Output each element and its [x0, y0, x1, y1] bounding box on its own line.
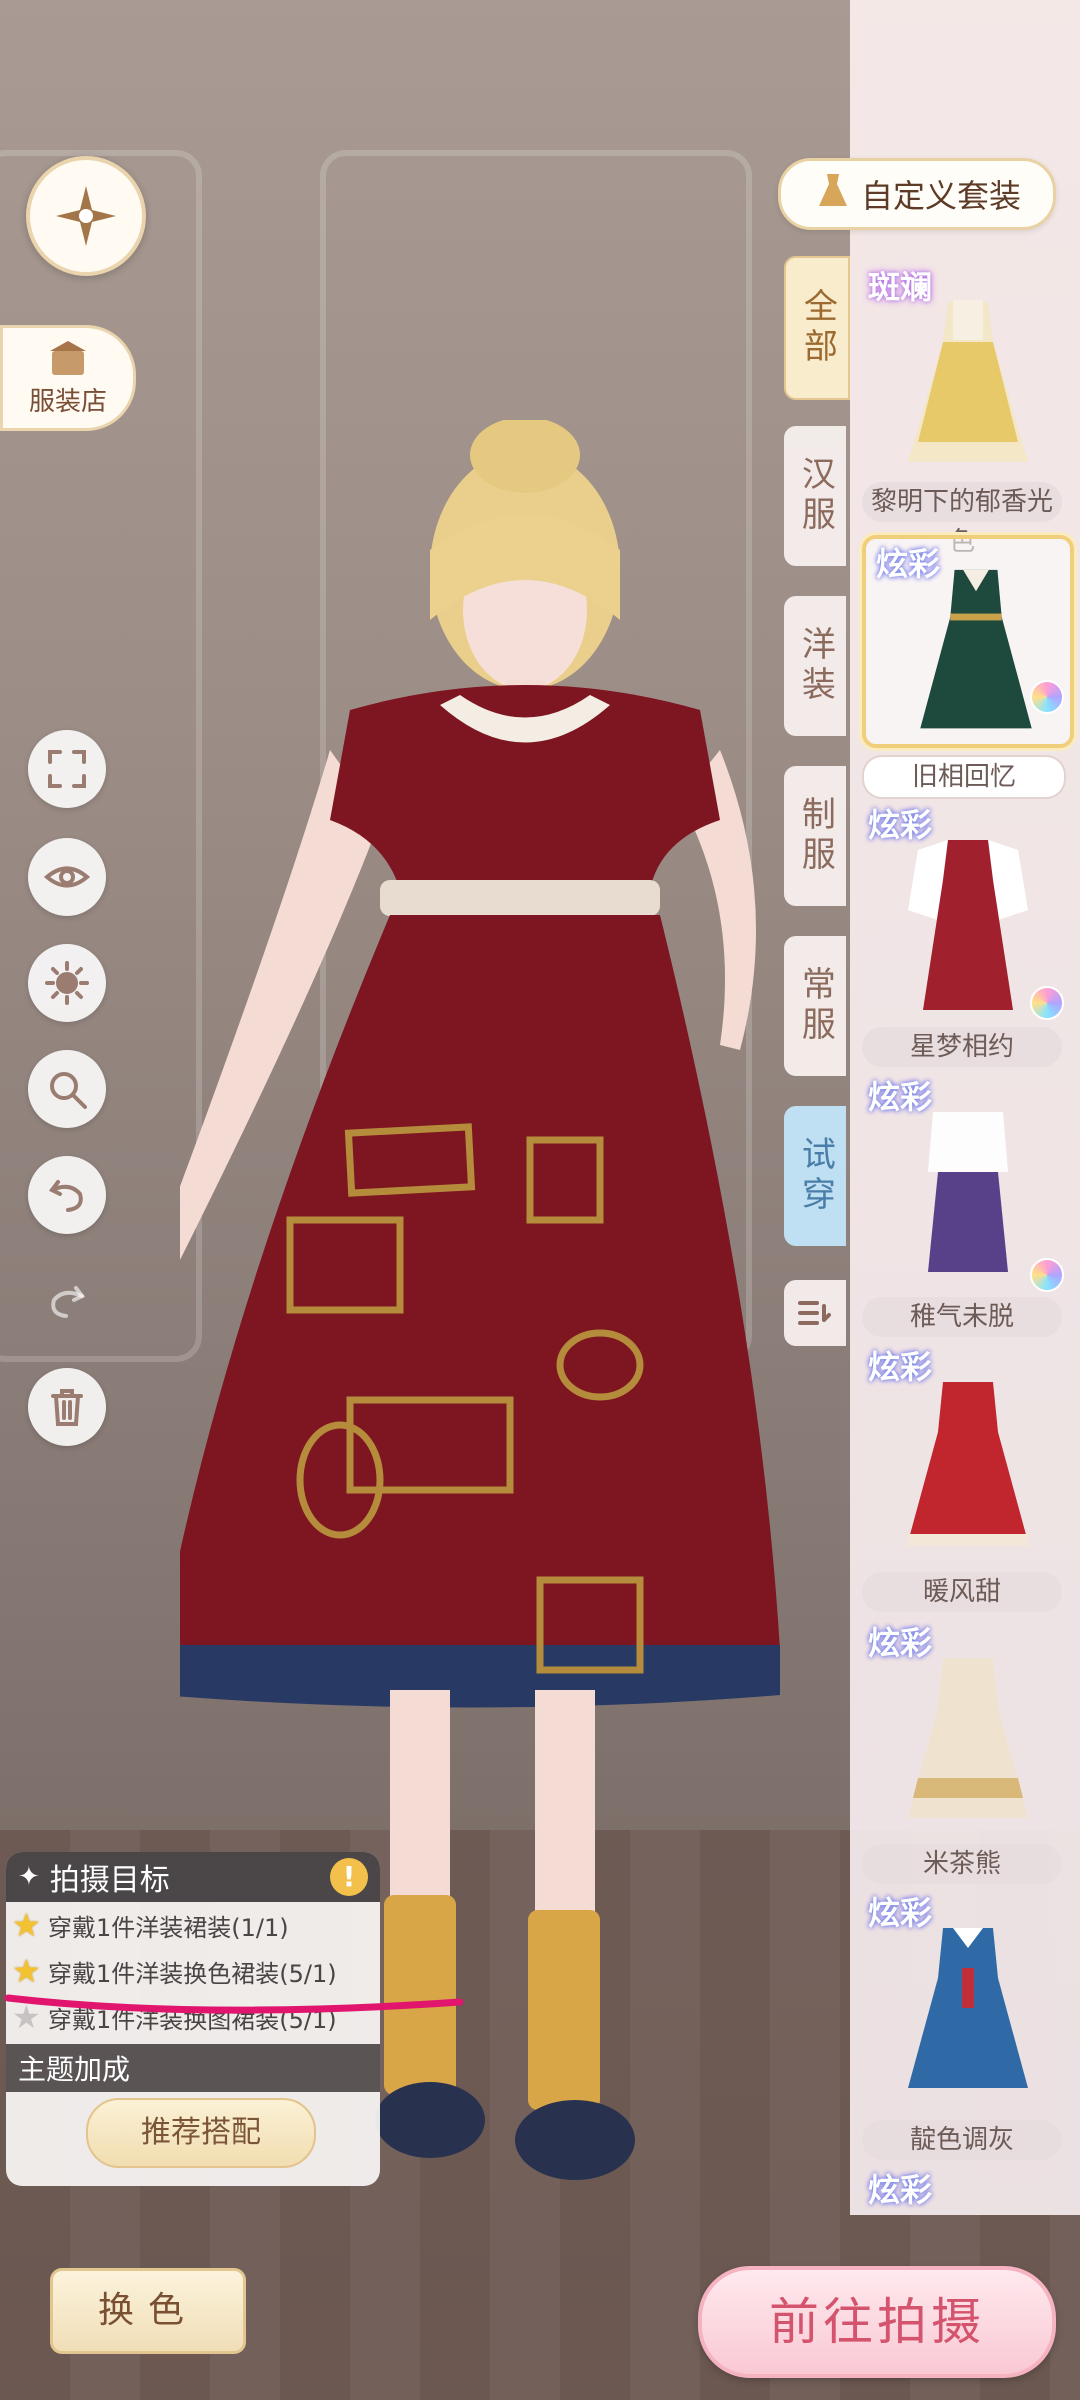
star-icon-filled: ★ — [12, 1952, 41, 1990]
outfit-name: 星梦相约 — [862, 1027, 1062, 1067]
custom-suit-label: 自定义套装 — [860, 177, 1021, 215]
outfit-thumbnail — [920, 569, 1032, 729]
fullscreen-button[interactable] — [28, 730, 106, 808]
tab-uniform-label: 制服 — [795, 796, 836, 876]
filter-menu-button[interactable] — [784, 1280, 846, 1346]
theme-bonus-label: 主题加成 — [18, 2053, 131, 2086]
dress-icon — [813, 170, 853, 218]
undo-button[interactable] — [28, 1156, 106, 1234]
fullscreen-icon — [48, 750, 86, 788]
go-shoot-button[interactable]: 前往拍摄 — [698, 2266, 1056, 2378]
shop-icon — [50, 340, 86, 375]
outfit-item[interactable]: 炫彩 — [858, 1618, 1070, 1868]
shooting-goals-title: 拍摄目标 — [49, 1863, 170, 1898]
trash-icon — [51, 1389, 83, 1426]
undo-icon — [48, 1180, 83, 1212]
hide-ui-button[interactable] — [28, 838, 106, 916]
redo-button[interactable] — [28, 1262, 106, 1340]
outfit-item[interactable]: 炫彩 — [858, 1888, 1070, 2138]
outfit-name: 暖风甜 — [862, 1572, 1062, 1612]
zoom-button[interactable] — [28, 1050, 106, 1128]
task-text: 穿戴1件洋装换色裙装(5/1) — [48, 1959, 337, 1988]
compass-button[interactable] — [26, 156, 146, 276]
theme-bonus-header: 主题加成 — [6, 2044, 380, 2092]
outfit-item[interactable]: 炫彩 — [858, 1072, 1070, 1322]
info-alert-icon[interactable]: ! — [330, 1858, 368, 1896]
star-icon-filled: ★ — [12, 1906, 41, 1944]
outfit-thumbnail — [908, 1658, 1028, 1818]
tab-western-dress-label: 洋装 — [795, 626, 836, 706]
shooting-goals-header: ✦ 拍摄目标 ! — [6, 1852, 380, 1902]
clothing-shop-label: 服装店 — [28, 386, 107, 417]
outfit-thumbnail — [928, 1112, 1008, 1272]
outfit-name: 米茶熊 — [862, 1844, 1062, 1884]
outfit-name: 黎明下的郁香光色 — [862, 482, 1062, 557]
color-variant-icon — [1030, 680, 1064, 714]
delete-button[interactable] — [28, 1368, 106, 1446]
tab-hanfu[interactable]: 汉服 — [784, 426, 846, 566]
eye-icon — [44, 866, 90, 888]
tab-all-label: 全部 — [797, 288, 838, 368]
task-item: ★ 穿戴1件洋装裙装(1/1) — [6, 1902, 380, 1948]
change-color-button[interactable]: 换色 — [50, 2268, 246, 2354]
list-filter-icon — [798, 1301, 831, 1325]
tab-western-dress[interactable]: 洋装 — [784, 596, 846, 736]
outfit-item[interactable]: 炫彩 — [858, 800, 1070, 1050]
tab-casual[interactable]: 常服 — [784, 936, 846, 1076]
tab-try-on[interactable]: 试穿 — [784, 1106, 846, 1246]
tab-casual-label: 常服 — [795, 966, 836, 1046]
tab-uniform[interactable]: 制服 — [784, 766, 846, 906]
redo-icon — [51, 1286, 86, 1318]
outfit-thumbnail — [908, 840, 1028, 1010]
outfit-name: 靛色调灰 — [862, 2120, 1062, 2160]
outfit-badge: 炫彩 — [868, 2171, 933, 2209]
outfit-item[interactable]: 斑斓 — [858, 262, 1070, 512]
pink-underline-mark — [4, 1994, 464, 2014]
clothing-shop-button[interactable]: 服装店 — [0, 325, 136, 431]
recommend-outfit-button[interactable]: 推荐搭配 — [86, 2098, 316, 2168]
task-item: ★ 穿戴1件洋装换色裙装(5/1) — [6, 1948, 380, 1994]
custom-suit-button[interactable]: 自定义套装 — [778, 158, 1056, 230]
lighting-button[interactable] — [28, 944, 106, 1022]
outfit-name: 稚气未脱 — [862, 1297, 1062, 1337]
sun-icon — [45, 961, 89, 1005]
compass-icon — [56, 186, 116, 246]
color-variant-icon — [1030, 1258, 1064, 1292]
outfit-name: 旧相回忆 — [862, 755, 1066, 799]
outfit-thumbnail — [908, 1928, 1028, 2088]
tab-hanfu-label: 汉服 — [795, 456, 836, 536]
outfit-item[interactable]: 炫彩 — [858, 2165, 1070, 2215]
outfit-thumbnail — [908, 1382, 1028, 1546]
tab-try-on-label: 试穿 — [795, 1136, 836, 1216]
tab-all[interactable]: 全部 — [784, 256, 850, 400]
sparkle-icon: ✦ — [18, 1862, 40, 1892]
magnifier-icon — [50, 1072, 87, 1109]
outfit-thumbnail — [908, 300, 1028, 462]
outfit-item[interactable]: 炫彩 — [858, 1342, 1070, 1592]
color-variant-icon — [1030, 986, 1064, 1020]
outfit-item-selected[interactable]: 炫彩 — [862, 535, 1074, 748]
task-text: 穿戴1件洋装裙装(1/1) — [48, 1913, 289, 1942]
